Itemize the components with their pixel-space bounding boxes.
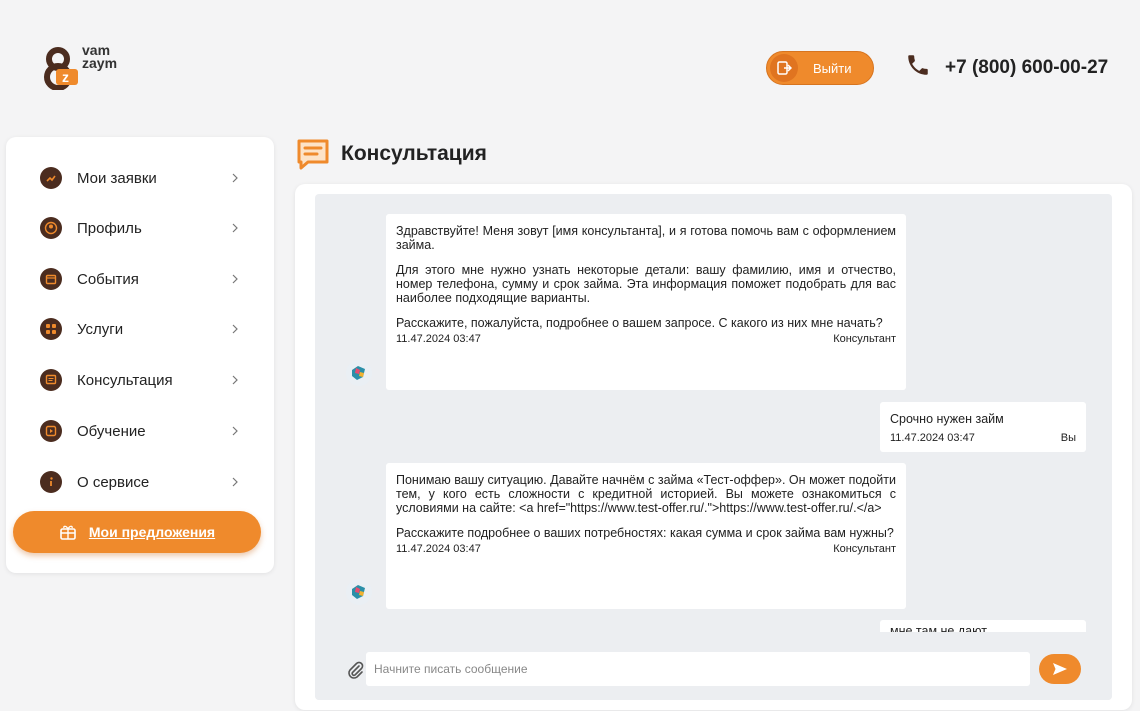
phone-number[interactable]: +7 (800) 600-00-27	[945, 57, 1108, 79]
profile-icon	[40, 217, 62, 239]
sidebar-item-label: Консультация	[77, 371, 173, 389]
logo-text: vam zaym	[82, 43, 118, 71]
chevron-right-icon	[232, 375, 238, 385]
chevron-right-icon	[232, 324, 238, 334]
sidebar-item-profile[interactable]: Профиль	[40, 213, 240, 243]
info-icon	[40, 471, 62, 493]
message-time: 11.47.2024 03:47	[396, 543, 481, 555]
message-author: Консультант	[833, 543, 896, 555]
logout-button[interactable]: Выйти	[766, 51, 874, 85]
services-icon	[40, 318, 62, 340]
phone-icon	[908, 55, 928, 75]
message-time: 11.47.2024 03:47	[890, 432, 975, 444]
events-icon	[40, 268, 62, 290]
sidebar-item-label: Мои заявки	[77, 169, 157, 187]
sidebar-item-events[interactable]: События	[40, 264, 240, 294]
message-text: Для этого мне нужно узнать некоторые дет…	[396, 263, 896, 305]
message-author: Вы	[1060, 432, 1076, 444]
message-text: Здравствуйте! Меня зовут [имя консультан…	[396, 224, 896, 252]
consultant-avatar	[346, 360, 372, 386]
logo-icon: z	[44, 47, 78, 90]
header: z vam zaym Выйти +7 (800) 600-00-27	[0, 0, 1140, 118]
applications-icon	[40, 167, 62, 189]
sidebar-item-label: О сервисе	[77, 473, 150, 491]
logout-icon	[770, 54, 798, 82]
send-icon	[1053, 663, 1067, 675]
chat-messages[interactable]: Здравствуйте! Меня зовут [имя консультан…	[315, 194, 1112, 700]
logo-line-2: zaym	[82, 55, 118, 71]
my-offers-label: Мои предложения	[88, 524, 216, 540]
sidebar-item-about[interactable]: О сервисе	[40, 467, 240, 497]
gift-icon	[60, 525, 76, 540]
message-text: Понимаю вашу ситуацию. Давайте начнём с …	[396, 473, 896, 515]
chevron-right-icon	[232, 173, 238, 183]
message-time: 11.47.2024 03:47	[396, 333, 481, 345]
education-icon	[40, 420, 62, 442]
chat-message-consultant: Понимаю вашу ситуацию. Давайте начнём с …	[386, 463, 906, 609]
my-offers-button[interactable]: Мои предложения	[13, 511, 261, 553]
message-text: Срочно нужен займ	[890, 412, 1004, 426]
logout-label: Выйти	[813, 60, 852, 76]
send-button[interactable]	[1039, 654, 1081, 684]
logo[interactable]: z vam zaym	[42, 43, 152, 94]
chat-message-consultant: Здравствуйте! Меня зовут [имя консультан…	[386, 214, 906, 390]
sidebar-item-education[interactable]: Обучение	[40, 416, 240, 446]
message-composer	[335, 650, 1092, 692]
sidebar-item-label: Профиль	[77, 219, 142, 237]
chat-message-user: Срочно нужен займ 11.47.2024 03:47 Вы	[880, 402, 1086, 452]
chevron-right-icon	[232, 477, 238, 487]
sidebar-item-label: Обучение	[77, 422, 146, 440]
sidebar-item-label: События	[77, 270, 139, 288]
paperclip-icon[interactable]	[345, 660, 365, 680]
sidebar-item-applications[interactable]: Мои заявки	[40, 163, 240, 193]
chevron-right-icon	[232, 223, 238, 233]
message-input[interactable]	[366, 652, 1030, 686]
message-author: Консультант	[833, 333, 896, 345]
chat-panel: Здравствуйте! Меня зовут [имя консультан…	[295, 184, 1132, 710]
sidebar-item-services[interactable]: Услуги	[40, 314, 240, 344]
sidebar-item-consultation[interactable]: Консультация	[40, 365, 240, 395]
consultant-avatar	[346, 579, 372, 605]
consultation-icon	[297, 139, 329, 170]
message-text: Расскажите подробнее о ваших потребностя…	[396, 526, 894, 540]
page-title: Консультация	[341, 142, 487, 165]
message-text: Расскажите, пожалуйста, подробнее о ваше…	[396, 316, 883, 330]
sidebar-item-label: Услуги	[77, 320, 124, 338]
chevron-right-icon	[232, 426, 238, 436]
chevron-right-icon	[232, 274, 238, 284]
consultation-icon	[40, 369, 62, 391]
sidebar: Мои заявки Профиль События Услуги Консул…	[6, 137, 274, 573]
svg-text:z: z	[62, 69, 69, 85]
